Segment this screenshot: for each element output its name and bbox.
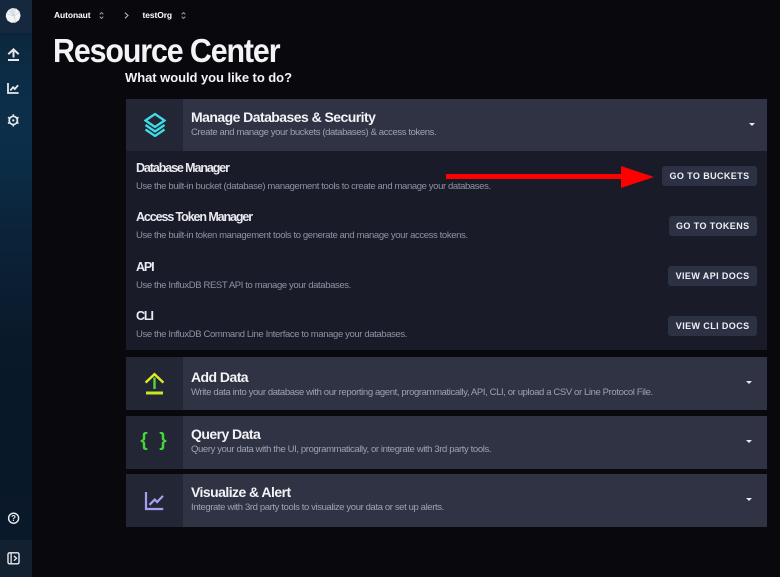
svg-text:?: ? [11, 514, 16, 523]
